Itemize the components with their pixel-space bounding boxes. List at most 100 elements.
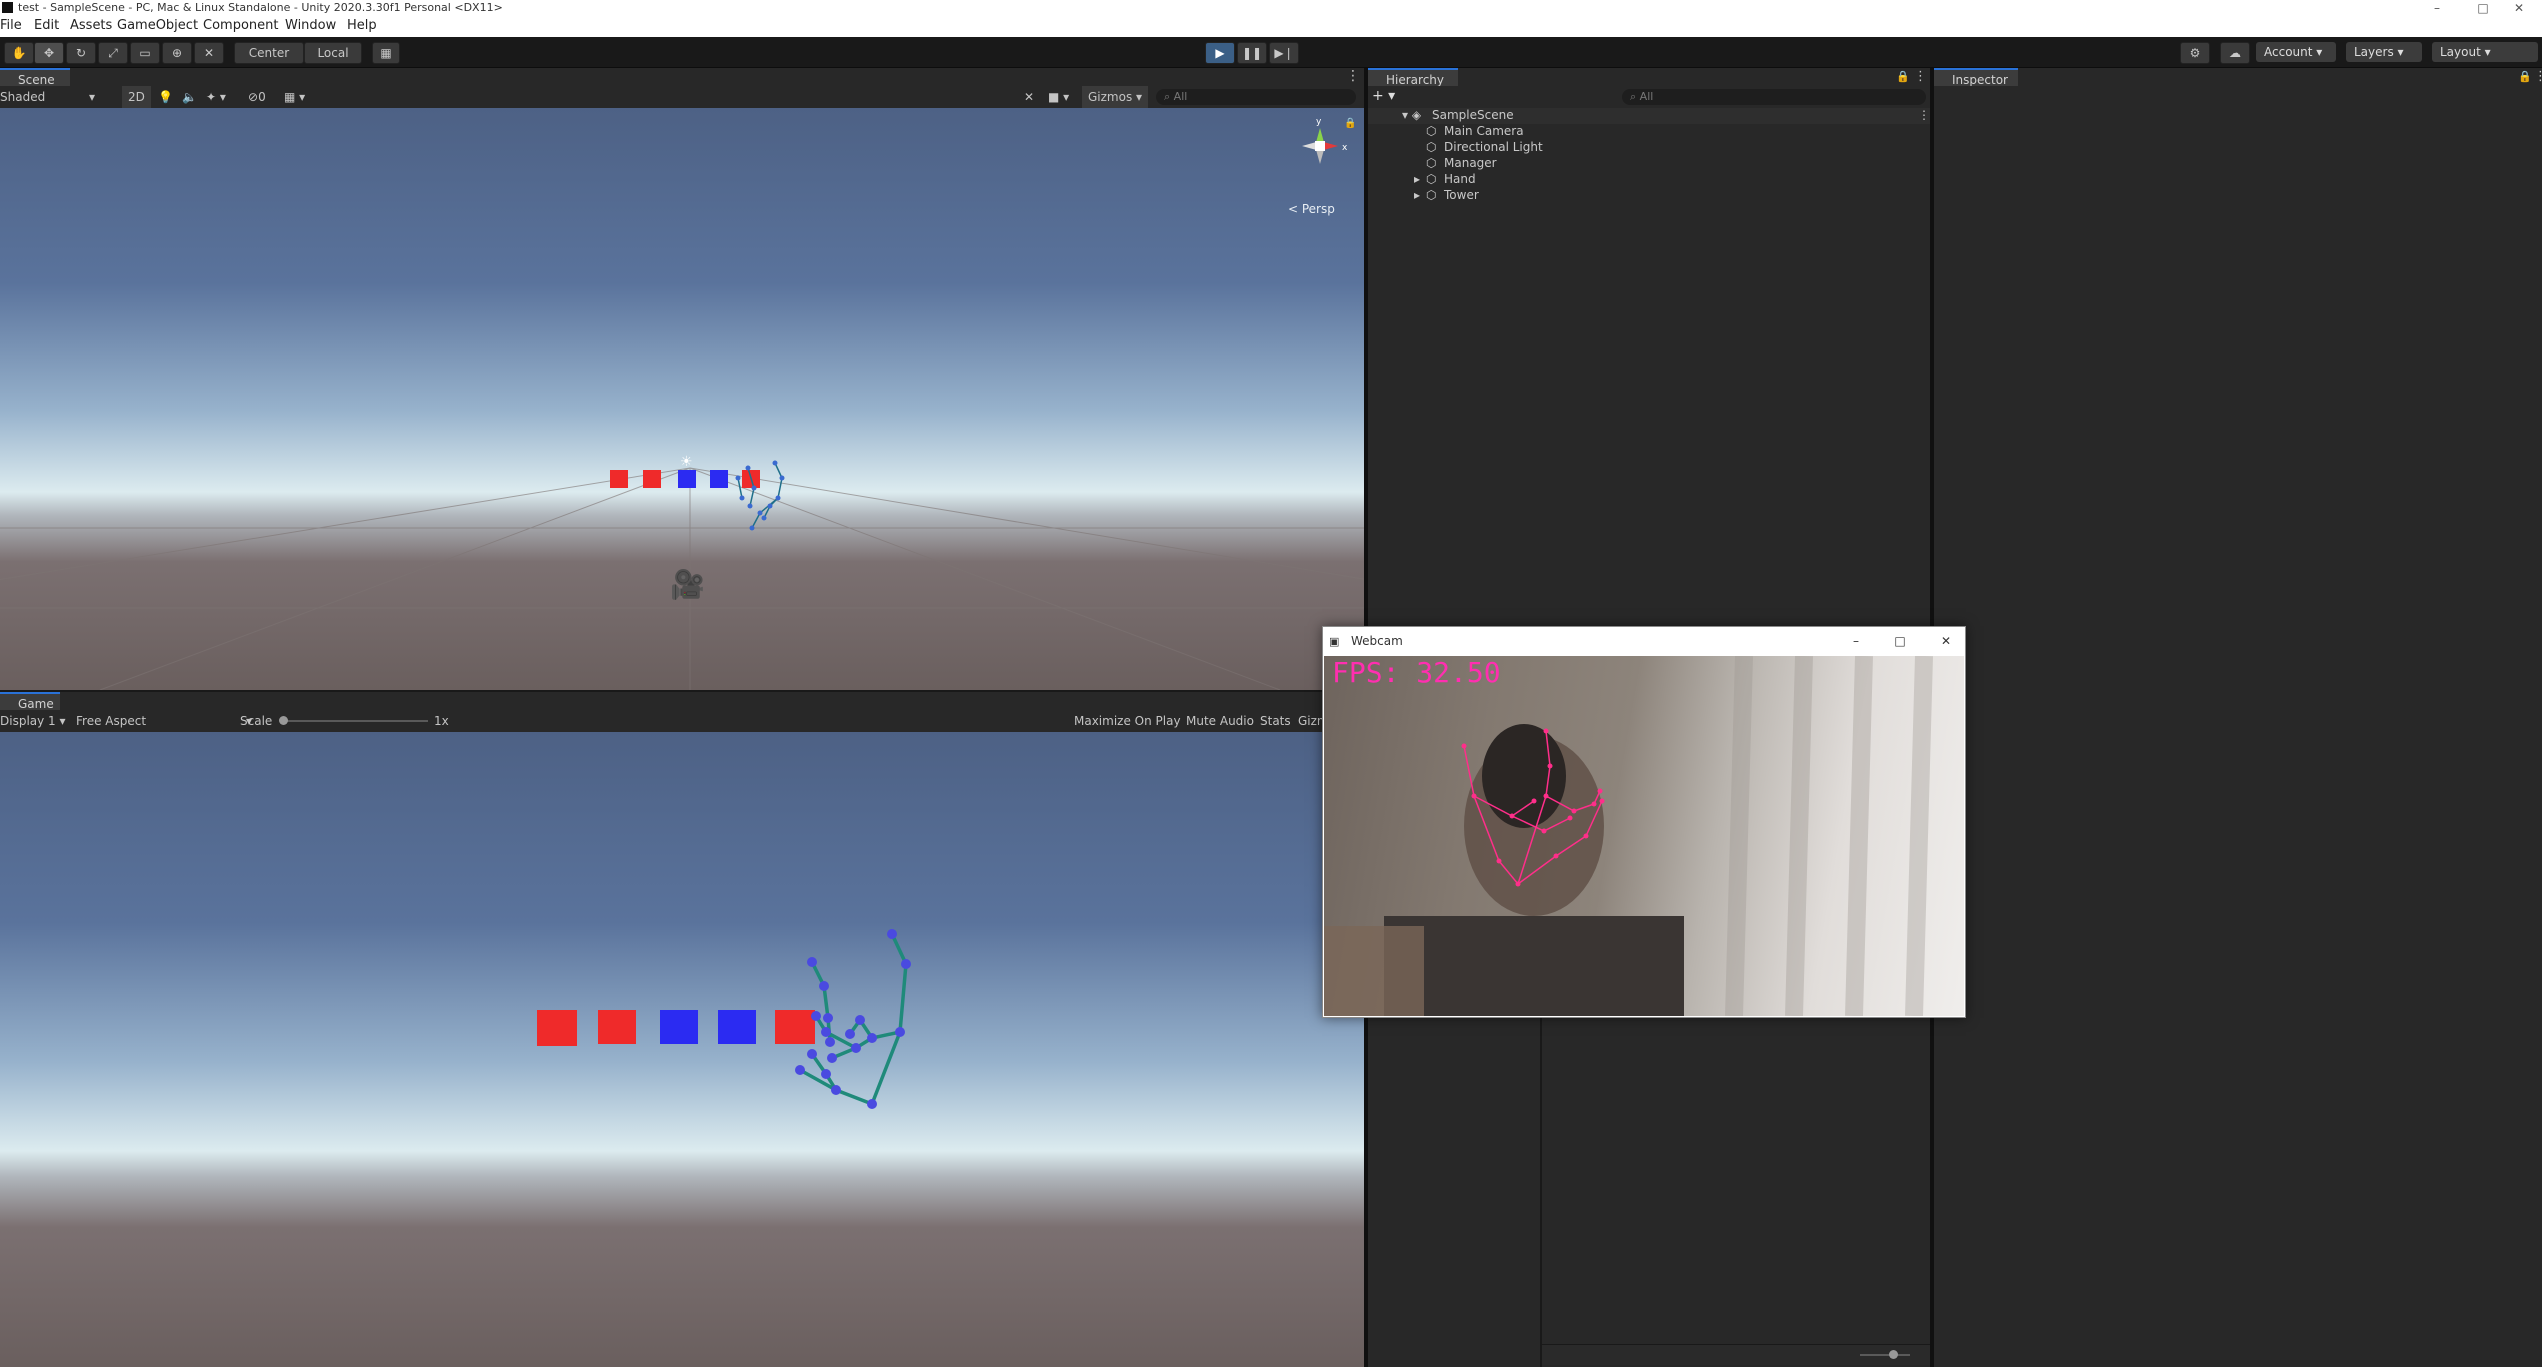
custom-tool-icon[interactable]: ✕ bbox=[194, 42, 224, 64]
hierarchy-item[interactable]: ⬡ Main Camera bbox=[1368, 124, 1930, 140]
scene-tower-cube-2[interactable] bbox=[643, 470, 661, 488]
effects-icon[interactable]: ✦ ▾ bbox=[206, 86, 226, 108]
cloud-icon[interactable]: ☁ bbox=[2220, 42, 2250, 64]
scene-menu-icon[interactable]: ⋮ bbox=[1346, 68, 1360, 84]
step-button[interactable]: ▶❘ bbox=[1269, 42, 1299, 64]
scene-tower-cube-3[interactable] bbox=[678, 470, 696, 488]
grid-snap-icon[interactable]: ▦ bbox=[372, 42, 400, 64]
display-dropdown[interactable]: Display 1 ▾ bbox=[0, 710, 66, 732]
mute-audio-toggle[interactable]: Mute Audio bbox=[1186, 710, 1254, 732]
menu-file[interactable]: File bbox=[0, 18, 22, 33]
maximize-on-play-toggle[interactable]: Maximize On Play bbox=[1074, 710, 1181, 732]
space-label: Local bbox=[317, 46, 349, 60]
layers-dropdown[interactable]: Layers ▾ bbox=[2346, 42, 2422, 62]
tab-scene[interactable]: Scene bbox=[0, 68, 70, 88]
tab-game[interactable]: Game bbox=[0, 692, 60, 712]
tab-hierarchy[interactable]: Hierarchy bbox=[1368, 68, 1458, 88]
scene-viewport[interactable]: ☀ 🎥 y x 🔒 < Persp bbox=[0, 108, 1364, 690]
game-toolbar: Display 1 ▾ Free Aspect ▾ Scale 1x Maximi… bbox=[0, 710, 1364, 733]
scale-slider-track[interactable] bbox=[282, 720, 428, 722]
lighting-icon[interactable]: 💡 bbox=[158, 86, 173, 108]
webcam-titlebar[interactable]: ▣ Webcam – □ ✕ bbox=[1323, 627, 1965, 656]
gizmos-dropdown[interactable]: Gizmos ▾ bbox=[1082, 86, 1149, 108]
menu-component[interactable]: Component bbox=[203, 18, 278, 33]
scene-tab-label: Scene bbox=[18, 73, 55, 87]
webcam-close-button[interactable]: ✕ bbox=[1931, 627, 1961, 656]
gizmo-lock-icon[interactable]: 🔒 bbox=[1344, 118, 1356, 129]
expand-arrow-icon[interactable]: ▸ bbox=[1414, 188, 1420, 202]
hierarchy-add-button[interactable]: + ▾ bbox=[1372, 88, 1395, 104]
zoom-slider-track[interactable] bbox=[1860, 1354, 1910, 1356]
collab-gear-icon[interactable]: ⚙ bbox=[2180, 42, 2210, 64]
webcam-feed: FPS: 32.50 bbox=[1324, 656, 1964, 1016]
menu-edit[interactable]: Edit bbox=[34, 18, 59, 33]
hierarchy-item[interactable]: ▸ ⬡ Hand bbox=[1368, 172, 1930, 188]
game-viewport[interactable] bbox=[0, 732, 1364, 1367]
window-titlebar: test - SampleScene - PC, Mac & Linux Sta… bbox=[0, 0, 2542, 16]
close-button[interactable]: ✕ bbox=[2496, 0, 2542, 16]
lower-splitter[interactable] bbox=[1540, 1016, 1542, 1367]
tools-icon[interactable]: ✕ bbox=[1024, 86, 1034, 108]
hierarchy-search-input[interactable]: ⌕ All bbox=[1622, 89, 1926, 105]
2d-toggle[interactable]: 2D bbox=[122, 86, 151, 108]
stats-toggle[interactable]: Stats bbox=[1260, 710, 1291, 732]
inspector-menu-icon[interactable]: ⋮ bbox=[2534, 69, 2542, 84]
scene-root-row[interactable]: ▾ ◈ SampleScene ⋮ bbox=[1368, 108, 1930, 124]
menu-help[interactable]: Help bbox=[347, 18, 377, 33]
menu-assets[interactable]: Assets bbox=[70, 18, 112, 33]
webcam-minimize-button[interactable]: – bbox=[1841, 627, 1871, 656]
gameobject-icon: ⬡ bbox=[1426, 156, 1437, 170]
projection-label[interactable]: < Persp bbox=[1288, 202, 1335, 216]
transform-tool-icon[interactable]: ⊕ bbox=[162, 42, 192, 64]
hierarchy-menu-icon[interactable]: ⋮ bbox=[1914, 69, 1927, 84]
pause-button[interactable]: ❚❚ bbox=[1237, 42, 1267, 64]
webcam-maximize-button[interactable]: □ bbox=[1885, 627, 1915, 656]
scene-root-menu-icon[interactable]: ⋮ bbox=[1918, 108, 1930, 122]
hierarchy-item[interactable]: ▸ ⬡ Tower bbox=[1368, 188, 1930, 204]
pivot-local-toggle[interactable]: Local bbox=[304, 42, 362, 64]
account-dropdown[interactable]: Account ▾ bbox=[2256, 42, 2336, 62]
hierarchy-lock-icon[interactable]: 🔒 bbox=[1896, 70, 1910, 83]
zoom-slider-thumb[interactable] bbox=[1889, 1350, 1898, 1359]
draw-mode-dropdown[interactable]: Shaded ▾ bbox=[0, 86, 95, 108]
scene-root-icon: ▾ ◈ bbox=[1402, 108, 1422, 122]
hand-tool-icon[interactable]: ✋ bbox=[4, 42, 34, 64]
aspect-dropdown[interactable]: Free Aspect ▾ bbox=[76, 710, 252, 732]
tab-inspector[interactable]: Inspector bbox=[1934, 68, 2018, 88]
game-hand-skeleton bbox=[795, 929, 911, 1109]
scale-tool-icon[interactable]: ⤢ bbox=[98, 42, 128, 64]
camera-gizmo-icon[interactable]: 🎥 bbox=[670, 568, 705, 601]
inspector-lock-icon[interactable]: 🔒 bbox=[2518, 70, 2532, 83]
menu-window[interactable]: Window bbox=[285, 18, 336, 33]
light-gizmo-icon[interactable]: ☀ bbox=[680, 454, 693, 470]
hierarchy-item[interactable]: ⬡ Manager bbox=[1368, 156, 1930, 172]
rect-tool-icon[interactable]: ▭ bbox=[130, 42, 160, 64]
hidden-objects-icon[interactable]: ⊘0 bbox=[248, 86, 266, 108]
scene-hand-skeleton[interactable] bbox=[720, 458, 800, 558]
move-tool-icon[interactable]: ✥ bbox=[34, 42, 64, 64]
camera-settings-icon[interactable]: ■ ▾ bbox=[1048, 86, 1069, 108]
gizmos-label: Gizmos bbox=[1088, 90, 1133, 104]
scale-value: 1x bbox=[434, 714, 449, 728]
scene-search-input[interactable]: ⌕ All bbox=[1156, 89, 1356, 105]
scale-slider-thumb[interactable] bbox=[279, 716, 288, 725]
menu-gameobject[interactable]: GameObject bbox=[117, 18, 198, 33]
scene-tower-cube-1[interactable] bbox=[610, 470, 628, 488]
layout-dropdown[interactable]: Layout ▾ bbox=[2432, 42, 2538, 62]
play-button[interactable]: ▶ bbox=[1205, 42, 1235, 64]
aspect-label: Free Aspect bbox=[76, 714, 147, 728]
game-tower-cube-3 bbox=[660, 1010, 698, 1044]
gameobject-icon: ⬡ bbox=[1426, 124, 1437, 138]
hierarchy-item-label: Directional Light bbox=[1444, 140, 1543, 154]
minimize-button[interactable]: – bbox=[2414, 0, 2460, 16]
pivot-center-toggle[interactable]: Center bbox=[234, 42, 304, 64]
scene-ground-grid bbox=[0, 467, 1364, 690]
game-tower-cube-1 bbox=[537, 1010, 577, 1046]
grid-icon[interactable]: ▦ ▾ bbox=[284, 86, 305, 108]
hierarchy-item-label: Tower bbox=[1444, 188, 1479, 202]
webcam-window[interactable]: ▣ Webcam – □ ✕ FPS: 32.50 bbox=[1322, 626, 1966, 1018]
audio-icon[interactable]: 🔈 bbox=[182, 86, 197, 108]
hierarchy-item[interactable]: ⬡ Directional Light bbox=[1368, 140, 1930, 156]
expand-arrow-icon[interactable]: ▸ bbox=[1414, 172, 1420, 186]
rotate-tool-icon[interactable]: ↻ bbox=[66, 42, 96, 64]
